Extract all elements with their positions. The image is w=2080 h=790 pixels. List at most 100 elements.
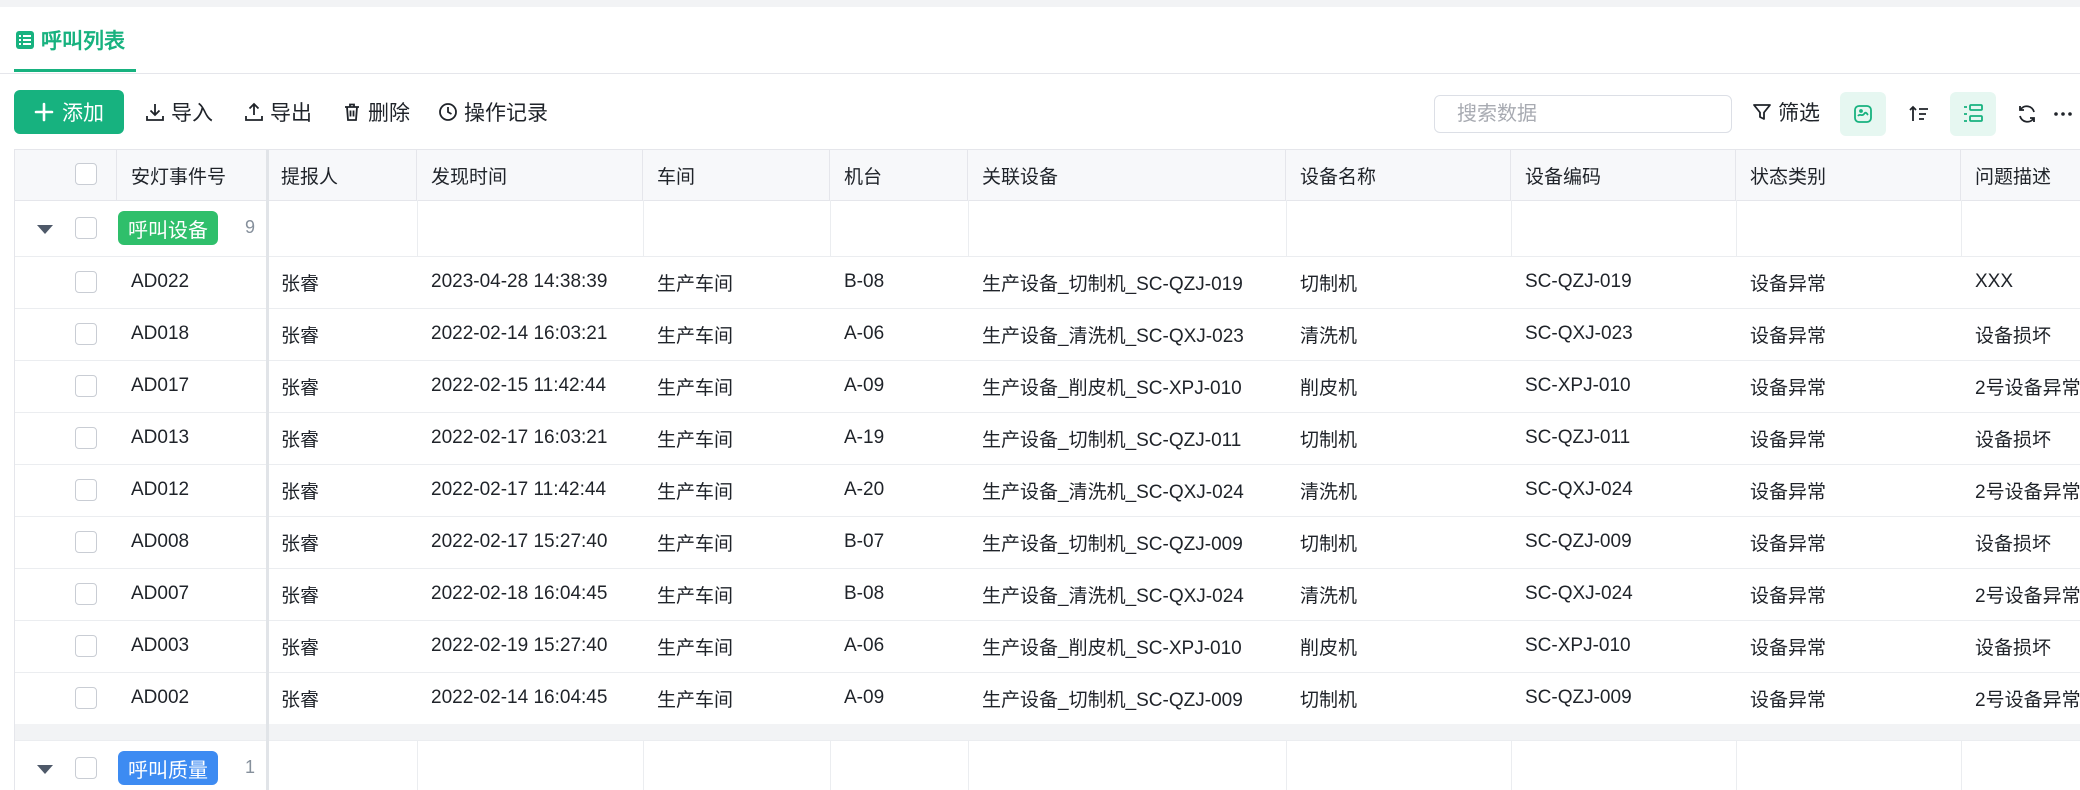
table-cell[interactable]: AD018 (117, 308, 267, 360)
table-cell[interactable]: SC-QXJ-024 (1511, 568, 1736, 620)
table-cell[interactable]: 设备损坏 (1961, 308, 2080, 360)
row-checkbox[interactable] (75, 479, 97, 501)
table-cell[interactable]: A-19 (830, 412, 968, 464)
more-button[interactable] (2052, 92, 2080, 136)
table-cell[interactable]: 张睿 (267, 464, 417, 516)
table-cell[interactable]: SC-QXJ-024 (1511, 464, 1736, 516)
table-cell[interactable]: 设备异常 (1736, 568, 1961, 620)
table-cell[interactable]: 生产设备_切制机_SC-QZJ-011 (968, 412, 1286, 464)
import-button[interactable]: 导入 (145, 90, 213, 134)
table-cell[interactable]: A-20 (830, 464, 968, 516)
table-cell[interactable]: 设备损坏 (1961, 620, 2080, 672)
table-row[interactable]: AD017 张睿 2022-02-15 11:42:44 生产车间 A-09 生产设备_削… (15, 360, 2080, 413)
table-cell[interactable]: 清洗机 (1286, 464, 1511, 516)
table-cell[interactable]: 生产设备_清洗机_SC-QXJ-024 (968, 464, 1286, 516)
table-cell[interactable]: A-09 (830, 360, 968, 412)
table-cell[interactable]: 2023-04-28 14:38:39 (417, 256, 643, 308)
column-header[interactable]: 安灯事件号 (117, 150, 267, 200)
sort-button[interactable] (1896, 92, 1942, 136)
table-cell[interactable]: 张睿 (267, 672, 417, 724)
table-cell[interactable]: 生产设备_削皮机_SC-XPJ-010 (968, 360, 1286, 412)
column-header[interactable]: 状态类别 (1736, 150, 1961, 200)
table-cell[interactable]: 设备异常 (1736, 516, 1961, 568)
table-row[interactable]: AD002 张睿 2022-02-14 16:04:45 生产车间 A-09 生产设备_切… (15, 672, 2080, 725)
table-cell[interactable]: AD003 (117, 620, 267, 672)
table-cell[interactable]: 设备异常 (1736, 256, 1961, 308)
add-button[interactable]: 添加 (14, 90, 124, 134)
export-button[interactable]: 导出 (244, 90, 312, 134)
row-checkbox[interactable] (75, 687, 97, 709)
table-cell[interactable]: 2022-02-14 16:04:45 (417, 672, 643, 724)
table-cell[interactable]: 设备异常 (1736, 620, 1961, 672)
group-checkbox[interactable] (75, 757, 97, 779)
table-cell[interactable]: 生产设备_清洗机_SC-QXJ-024 (968, 568, 1286, 620)
table-cell[interactable]: SC-XPJ-010 (1511, 360, 1736, 412)
search-input[interactable] (1455, 101, 1724, 127)
filter-button[interactable]: 筛选 (1752, 90, 1820, 134)
table-cell[interactable]: 2022-02-17 15:27:40 (417, 516, 643, 568)
table-cell[interactable]: 设备异常 (1736, 672, 1961, 724)
table-cell[interactable]: 生产车间 (643, 672, 830, 724)
table-cell[interactable]: 2022-02-15 11:42:44 (417, 360, 643, 412)
table-cell[interactable]: A-06 (830, 620, 968, 672)
table-row[interactable]: AD018 张睿 2022-02-14 16:03:21 生产车间 A-06 生产设备_清… (15, 308, 2080, 361)
table-cell[interactable]: 切制机 (1286, 672, 1511, 724)
table-cell[interactable]: 削皮机 (1286, 360, 1511, 412)
row-checkbox[interactable] (75, 375, 97, 397)
select-all-checkbox[interactable] (75, 163, 97, 185)
table-cell[interactable]: SC-XPJ-010 (1511, 620, 1736, 672)
table-cell[interactable]: 生产车间 (643, 464, 830, 516)
table-cell[interactable]: A-09 (830, 672, 968, 724)
table-cell[interactable]: AD022 (117, 256, 267, 308)
table-cell[interactable]: A-06 (830, 308, 968, 360)
table-cell[interactable]: B-08 (830, 256, 968, 308)
row-checkbox[interactable] (75, 427, 97, 449)
table-cell[interactable]: 生产车间 (643, 412, 830, 464)
theme-button[interactable] (1840, 92, 1886, 136)
table-cell[interactable]: 2号设备异常 (1961, 568, 2080, 620)
table-cell[interactable]: 张睿 (267, 256, 417, 308)
collapse-caret-icon[interactable] (37, 765, 53, 774)
table-cell[interactable]: 2022-02-17 11:42:44 (417, 464, 643, 516)
table-cell[interactable]: 张睿 (267, 620, 417, 672)
table-cell[interactable]: 张睿 (267, 568, 417, 620)
table-cell[interactable]: 2022-02-14 16:03:21 (417, 308, 643, 360)
table-row[interactable]: AD003 张睿 2022-02-19 15:27:40 生产车间 A-06 生产设备_削… (15, 620, 2080, 673)
table-cell[interactable]: AD008 (117, 516, 267, 568)
table-cell[interactable]: SC-QZJ-011 (1511, 412, 1736, 464)
table-cell[interactable]: 生产车间 (643, 308, 830, 360)
table-cell[interactable]: 2号设备异常 (1961, 672, 2080, 724)
table-cell[interactable]: 张睿 (267, 412, 417, 464)
table-cell[interactable]: 2号设备异常 (1961, 464, 2080, 516)
table-cell[interactable]: 设备损坏 (1961, 412, 2080, 464)
table-cell[interactable]: 生产设备_切制机_SC-QZJ-019 (968, 256, 1286, 308)
delete-button[interactable]: 删除 (342, 90, 410, 134)
collapse-caret-icon[interactable] (37, 225, 53, 234)
table-cell[interactable]: 2022-02-17 16:03:21 (417, 412, 643, 464)
table-cell[interactable]: 生产设备_削皮机_SC-XPJ-010 (968, 620, 1286, 672)
table-row[interactable]: AD022 张睿 2023-04-28 14:38:39 生产车间 B-08 生产设备_切… (15, 256, 2080, 309)
table-cell[interactable]: 张睿 (267, 360, 417, 412)
table-cell[interactable]: 削皮机 (1286, 620, 1511, 672)
row-checkbox[interactable] (75, 635, 97, 657)
refresh-button[interactable] (2004, 92, 2050, 136)
table-cell[interactable]: 切制机 (1286, 256, 1511, 308)
table-row[interactable]: AD013 张睿 2022-02-17 16:03:21 生产车间 A-19 生产设备_切… (15, 412, 2080, 465)
table-cell[interactable]: 设备损坏 (1961, 516, 2080, 568)
tab-call-list[interactable]: 呼叫列表 (15, 7, 125, 73)
table-cell[interactable]: AD017 (117, 360, 267, 412)
row-checkbox[interactable] (75, 583, 97, 605)
column-header[interactable]: 车间 (643, 150, 830, 200)
table-cell[interactable]: 清洗机 (1286, 568, 1511, 620)
table-cell[interactable]: XXX (1961, 256, 2080, 308)
table-cell[interactable]: 生产车间 (643, 360, 830, 412)
group-row[interactable]: 呼叫质量 1 (15, 740, 2080, 790)
table-cell[interactable]: 清洗机 (1286, 308, 1511, 360)
table-cell[interactable]: 2022-02-18 16:04:45 (417, 568, 643, 620)
group-checkbox[interactable] (75, 217, 97, 239)
table-cell[interactable]: 生产设备_清洗机_SC-QXJ-023 (968, 308, 1286, 360)
table-cell[interactable]: AD012 (117, 464, 267, 516)
table-row[interactable]: AD007 张睿 2022-02-18 16:04:45 生产车间 B-08 生产设备_清… (15, 568, 2080, 621)
group-row[interactable]: 呼叫设备 9 (15, 200, 2080, 257)
table-cell[interactable]: AD013 (117, 412, 267, 464)
